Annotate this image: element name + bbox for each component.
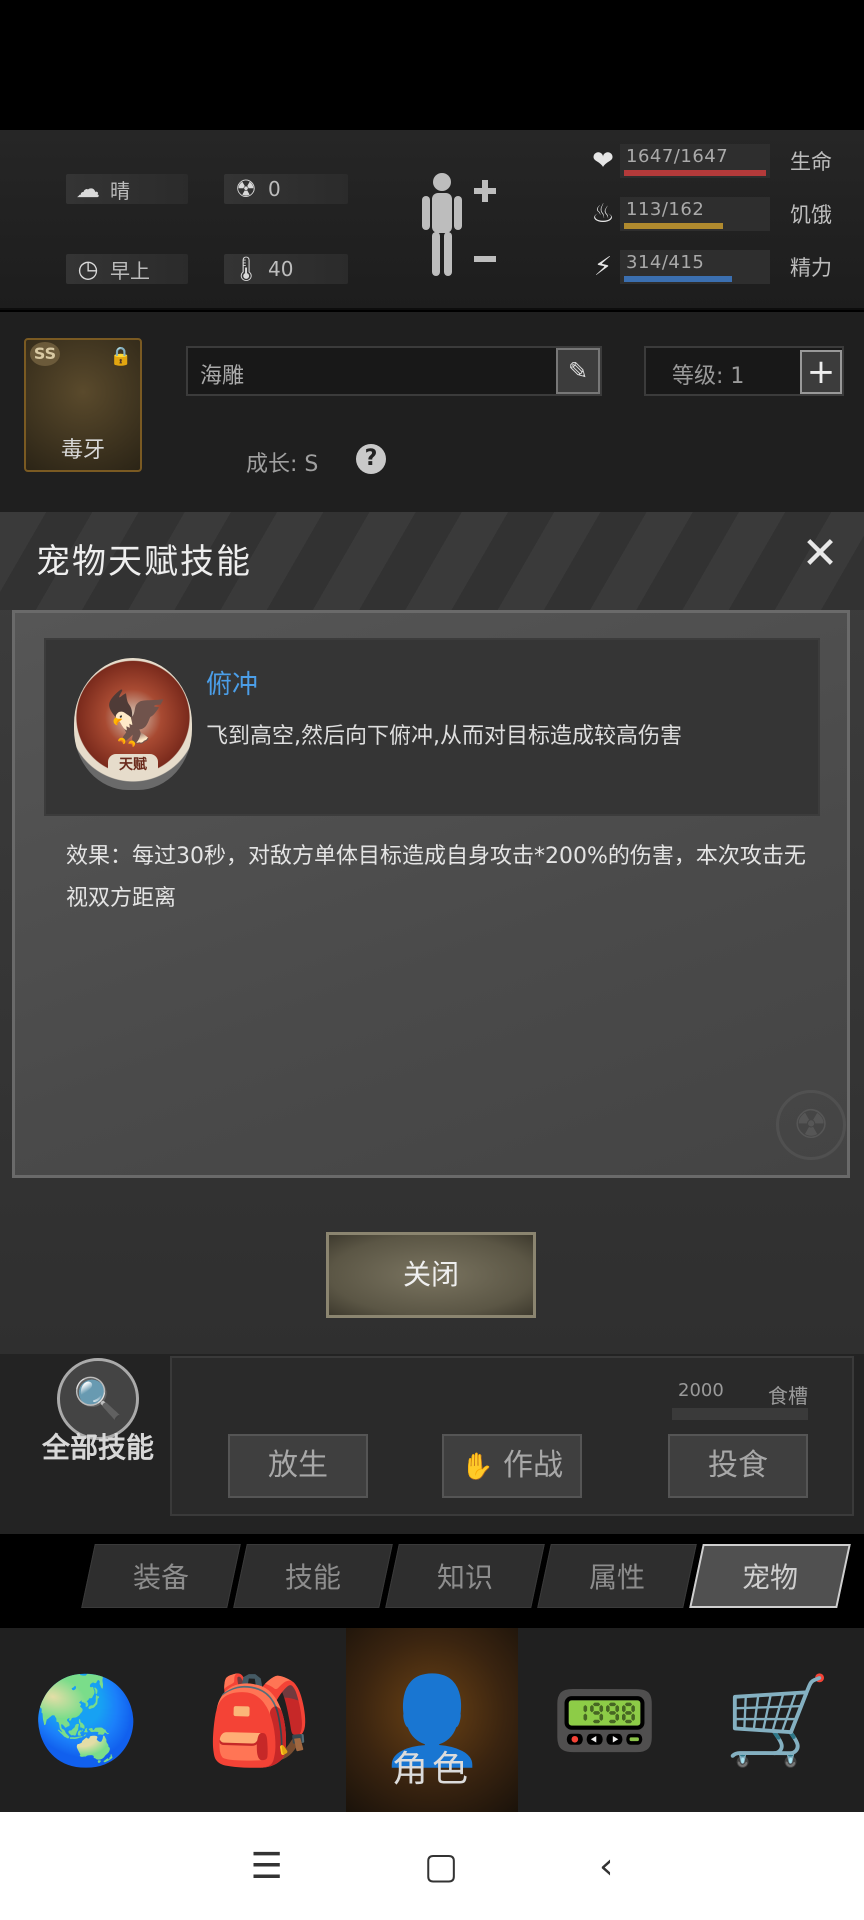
nav-map[interactable]: 🌏	[0, 1628, 173, 1812]
tab-knowledge[interactable]: 知识	[385, 1544, 545, 1608]
lock-icon: 🔒	[109, 346, 132, 367]
help-icon[interactable]: ?	[356, 444, 386, 474]
radio-icon: 📟	[551, 1670, 659, 1771]
battle-label: 作战	[502, 1448, 563, 1483]
tab-attributes-label: 属性	[588, 1561, 645, 1594]
clock-icon: ◷	[77, 255, 99, 283]
stat-health: ❤ 1647/1647 生命	[586, 144, 832, 178]
pet-avatar[interactable]: SS 🔒 毒牙	[24, 338, 142, 472]
tab-knowledge-label: 知识	[436, 1561, 493, 1594]
skill-description: 飞到高空,然后向下俯冲,从而对目标造成较高伤害	[206, 724, 682, 749]
energy-icon: ⚡	[593, 252, 613, 282]
heart-pulse-icon: ❤	[592, 146, 614, 176]
stomach-icon: ♨	[591, 199, 615, 229]
energy-value: 314/415	[626, 252, 705, 273]
battle-button[interactable]: ✋ 作战	[442, 1434, 582, 1498]
backpack-icon: 🎒	[205, 1670, 313, 1771]
pet-grade-badge: SS	[30, 342, 60, 366]
character-tabs: 装备 技能 知识 属性 宠物	[81, 1544, 851, 1608]
food-trough-bar	[672, 1408, 808, 1420]
health-value: 1647/1647	[626, 146, 729, 167]
skill-name: 俯冲	[206, 670, 259, 700]
pet-name-value: 海雕	[200, 364, 245, 389]
radiation-value: 0	[268, 177, 281, 201]
body-status-icon[interactable]	[418, 168, 498, 288]
nav-character-label: 角色	[391, 1749, 472, 1790]
health-bar	[624, 170, 766, 176]
dialog-close-icon[interactable]: ✕	[796, 530, 844, 578]
cart-icon: 🛒	[724, 1670, 832, 1771]
nav-shop[interactable]: 🛒	[691, 1628, 864, 1812]
cloud-sun-icon: ☁	[76, 175, 100, 203]
temperature-chip: 🌡 40	[224, 254, 348, 284]
pet-growth-text: 成长: S	[246, 452, 319, 477]
weather-chip: ☁ 晴	[66, 174, 188, 204]
close-button[interactable]: 关闭	[326, 1232, 536, 1318]
tab-skills-label: 技能	[284, 1561, 341, 1594]
tab-equipment-label: 装备	[132, 1561, 189, 1594]
all-skills-label: 全部技能	[41, 1431, 154, 1464]
time-of-day: 早上	[110, 258, 150, 283]
menu-icon[interactable]: ☰	[251, 1846, 283, 1887]
hunger-value: 113/162	[626, 199, 705, 220]
back-icon[interactable]: ‹	[599, 1846, 613, 1887]
health-label: 生命	[790, 150, 832, 174]
pet-level-text: 等级: 1	[672, 364, 745, 389]
food-trough-value: 2000	[678, 1380, 724, 1401]
bottom-nav: 🌏 🎒 👤 角色 📟 🛒	[0, 1628, 864, 1812]
hunger-label: 饥饿	[790, 203, 832, 227]
tab-equipment[interactable]: 装备	[81, 1544, 241, 1608]
pet-species-name: 毒牙	[60, 438, 105, 463]
energy-label: 精力	[790, 256, 832, 280]
system-nav-bar: ☰ ▢ ‹	[0, 1812, 864, 1920]
all-skills-button[interactable]: 🔍 全部技能	[32, 1358, 164, 1478]
thermometer-icon: 🌡	[230, 255, 262, 283]
tab-attributes[interactable]: 属性	[537, 1544, 697, 1608]
nav-radio[interactable]: 📟	[518, 1628, 691, 1812]
stat-hunger: ♨ 113/162 饥饿	[586, 197, 832, 231]
talent-tag: 天赋	[108, 754, 158, 776]
temperature-value: 40	[268, 257, 294, 281]
skill-effect-text: 效果：每过30秒，对敌方单体目标造成自身攻击*200%的伤害，本次攻击无视双方距…	[66, 844, 806, 911]
status-area	[0, 0, 864, 130]
weather-text: 晴	[110, 178, 130, 203]
globe-icon: 🌏	[32, 1670, 140, 1771]
radiation-watermark-icon: ☢	[776, 1090, 846, 1160]
radiation-chip: ☢ 0	[224, 174, 348, 204]
level-up-button[interactable]: +	[800, 350, 842, 394]
nav-character[interactable]: 👤 角色	[345, 1628, 519, 1812]
radiation-icon: ☢	[235, 175, 257, 203]
home-icon[interactable]: ▢	[424, 1846, 458, 1887]
tab-pet-label: 宠物	[741, 1561, 798, 1594]
eagle-icon: 🦅	[104, 689, 169, 749]
plus-icon: +	[806, 352, 836, 392]
food-trough-label: 食槽	[768, 1384, 808, 1408]
pencil-icon: ✎	[567, 357, 589, 385]
time-chip: ◷ 早上	[66, 254, 188, 284]
tab-pet[interactable]: 宠物	[689, 1544, 851, 1608]
stats-panel: ❤ 1647/1647 生命 ♨ 113/162 饥饿 ⚡ 314/415 精力	[586, 144, 832, 284]
stat-energy: ⚡ 314/415 精力	[586, 250, 832, 284]
energy-bar	[624, 276, 732, 282]
eagle-skill-icon: 🦅 天赋	[74, 658, 192, 790]
release-button[interactable]: 放生	[228, 1434, 368, 1498]
edit-name-button[interactable]: ✎	[556, 348, 600, 394]
hunger-bar	[624, 223, 723, 229]
tab-skills[interactable]: 技能	[233, 1544, 393, 1608]
pet-name-field[interactable]: 海雕	[186, 346, 602, 396]
claw-icon: ✋	[461, 1452, 494, 1482]
feed-button[interactable]: 投食	[668, 1434, 808, 1498]
dialog-title: 宠物天赋技能	[36, 542, 252, 582]
nav-inventory[interactable]: 🎒	[173, 1628, 346, 1812]
